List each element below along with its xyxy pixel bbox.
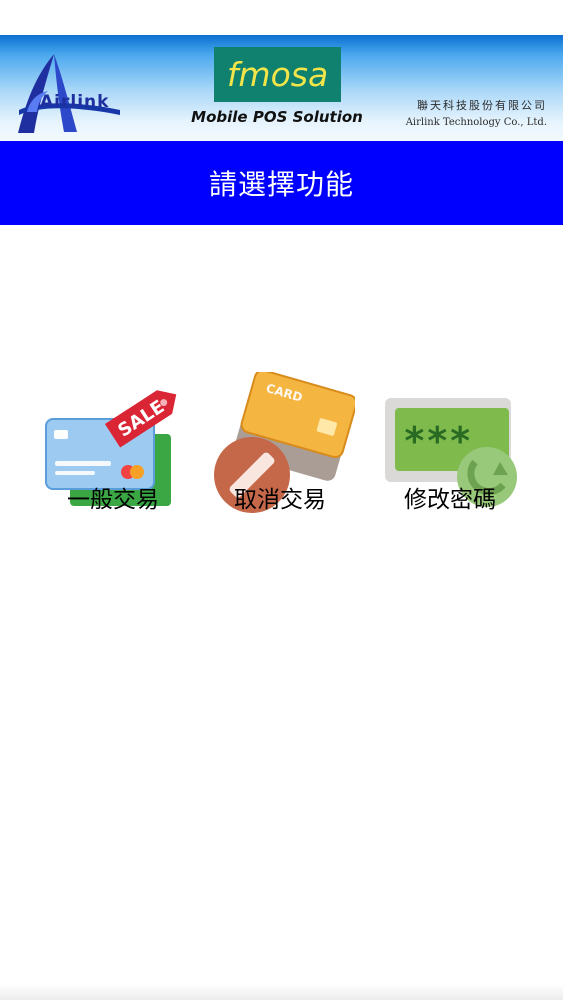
airlink-logo-text: Airlink [40, 92, 110, 112]
bottom-edge-shadow [0, 984, 563, 1000]
company-name-chinese: 聯天科技股份有限公司 [417, 99, 547, 112]
header-banner: Airlink fmosa Mobile POS Solution 聯天科技股份… [0, 35, 563, 141]
mobile-pos-tagline: Mobile POS Solution [191, 108, 363, 126]
page-title-bar: 請選擇功能 [0, 141, 563, 225]
password-function-label: 修改密碼 [404, 487, 496, 513]
sale-function-button[interactable]: SALE 一般交易 [38, 372, 188, 522]
fmosa-logo-text: fmosa [226, 55, 329, 94]
cancel-function-button[interactable]: CARD 取消交易 [205, 372, 355, 522]
sale-function-label: 一般交易 [67, 487, 159, 513]
page-title: 請選擇功能 [208, 168, 354, 201]
cancel-function-label: 取消交易 [234, 487, 326, 513]
airlink-logo [10, 45, 125, 137]
svg-text:***: *** [403, 419, 472, 463]
company-name-english: Airlink Technology Co., Ltd. [405, 117, 547, 128]
password-function-button[interactable]: *** 修改密碼 [375, 372, 525, 522]
fmosa-logo: fmosa [214, 47, 341, 102]
